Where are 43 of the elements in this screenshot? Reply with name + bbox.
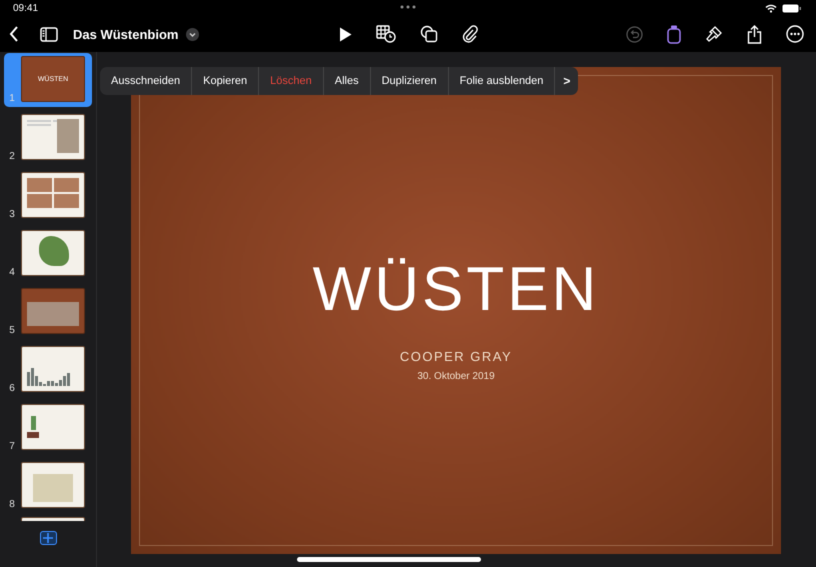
menu-item[interactable]: Alles <box>324 67 371 95</box>
add-slide-button[interactable] <box>40 531 56 545</box>
slide-number: 4 <box>8 267 16 279</box>
status-time: 09:41 <box>13 2 38 14</box>
slide-thumbnail <box>21 346 85 392</box>
play-icon[interactable] <box>339 26 352 42</box>
menu-item[interactable]: Kopieren <box>192 67 260 95</box>
format-icon[interactable] <box>667 24 681 44</box>
wifi-icon <box>765 4 777 12</box>
slide-number: 6 <box>8 383 16 395</box>
paperclip-icon[interactable] <box>462 25 478 43</box>
table-clock-icon[interactable] <box>376 25 396 43</box>
more-menu-item[interactable]: > <box>555 67 578 95</box>
multitask-dots-icon[interactable] <box>400 5 416 9</box>
menu-item[interactable]: Duplizieren <box>370 67 449 95</box>
slide-number: 3 <box>8 209 16 221</box>
slide-date: 30. Oktober 2019 <box>417 371 495 382</box>
slide-author: COOPER GRAY <box>400 349 512 364</box>
more-icon[interactable] <box>786 25 804 43</box>
sidebar-icon[interactable] <box>40 26 58 42</box>
slide-title: WÜSTEN <box>312 259 600 321</box>
menu-item[interactable]: Folie ausblenden <box>448 67 556 95</box>
document-title[interactable]: Das Wüstenbiom <box>73 26 178 42</box>
plus-icon <box>43 533 53 543</box>
share-icon[interactable] <box>747 24 762 44</box>
slide-number: 8 <box>8 499 16 511</box>
chevron-down-icon[interactable] <box>186 28 200 40</box>
menu-item[interactable]: Löschen <box>259 67 324 95</box>
paintbrush-icon[interactable] <box>705 25 723 43</box>
menu-item[interactable]: Ausschneiden <box>100 67 192 95</box>
slide-number: 1 <box>8 93 16 105</box>
slide-thumbnail <box>21 230 85 276</box>
battery-icon <box>782 4 802 12</box>
slide-number: 2 <box>8 151 16 163</box>
slide-thumbnail <box>21 462 85 508</box>
slide-number: 7 <box>8 441 16 453</box>
slide-number: 5 <box>8 325 16 337</box>
slide-thumbnail <box>21 404 85 450</box>
slide-thumbnail <box>21 172 85 218</box>
shapes-icon[interactable] <box>420 25 438 43</box>
slide-thumbnail <box>21 288 85 334</box>
slide-thumbnail <box>21 114 85 160</box>
back-icon[interactable] <box>9 26 19 42</box>
